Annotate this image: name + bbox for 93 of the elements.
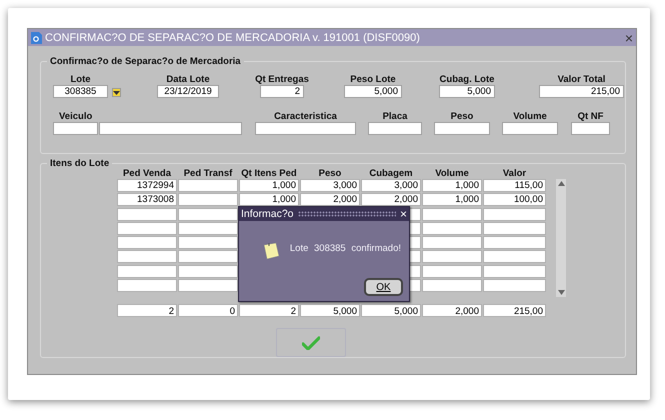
input-field[interactable] <box>502 122 558 135</box>
column-header: Cubagem <box>368 169 414 179</box>
confirm-button[interactable] <box>276 328 346 358</box>
field-label: Qt Entregas <box>255 75 309 85</box>
input-field[interactable] <box>99 122 242 135</box>
table-cell[interactable]: 2,000 <box>300 193 360 206</box>
table-cell[interactable] <box>422 279 482 292</box>
column-header: Ped Transf <box>182 169 234 179</box>
table-cell[interactable]: 3,000 <box>361 179 421 192</box>
table-cell[interactable]: 1372994 <box>117 179 177 192</box>
scroll-down-icon[interactable] <box>558 290 564 295</box>
dialog-title: Informac?o <box>241 208 294 220</box>
table-cell[interactable] <box>422 250 482 264</box>
total-cell: 2 <box>117 304 177 317</box>
input-field[interactable]: 215,00 <box>539 85 624 98</box>
table-cell[interactable]: 1373008 <box>117 193 177 206</box>
table-cell[interactable] <box>178 208 238 221</box>
table-cell[interactable]: 1,000 <box>239 179 299 192</box>
scroll-up-icon[interactable] <box>558 181 564 186</box>
table-cell[interactable] <box>483 279 546 292</box>
input-field[interactable]: 5,000 <box>344 85 402 98</box>
field-label: Cubag. Lote <box>440 75 494 85</box>
table-cell[interactable] <box>117 236 177 250</box>
table-cell[interactable] <box>422 264 482 278</box>
table-cell[interactable] <box>178 222 238 235</box>
column-header: Qt Itens Ped <box>240 169 298 179</box>
field-label: Peso Lote <box>350 75 396 85</box>
table-cell[interactable] <box>117 250 177 264</box>
input-field[interactable]: 5,000 <box>439 85 495 98</box>
field-label: Placa <box>382 112 408 122</box>
dialog-message: Lote 308385 confirmado! <box>290 242 401 254</box>
table-cell[interactable] <box>117 264 177 278</box>
total-cell: 215,00 <box>483 304 546 317</box>
total-cell: 2 <box>239 304 299 317</box>
table-cell[interactable] <box>117 279 177 292</box>
table-cell[interactable] <box>117 222 177 235</box>
table-cell[interactable]: 1,000 <box>422 179 482 192</box>
frame-title: Confirmac?o de Separac?o de Mercadoria <box>49 56 242 67</box>
field-label: Qt NF <box>578 112 604 122</box>
field-label: Volume <box>513 112 547 122</box>
table-cell[interactable] <box>483 264 546 278</box>
close-button[interactable]: × <box>624 30 633 44</box>
column-header: Valor <box>502 169 528 179</box>
window-title: CONFIRMAC?O DE SEPARAC?O DE MERCADORIA v. 191001 (DISF0090) <box>45 32 421 44</box>
table-cell[interactable] <box>178 250 238 264</box>
scrollbar[interactable] <box>556 179 566 297</box>
field-label: Valor Total <box>558 75 606 85</box>
ok-button[interactable]: OK <box>364 278 403 296</box>
total-cell: 5,000 <box>300 304 360 317</box>
table-cell[interactable] <box>178 279 238 292</box>
table-cell[interactable]: 1,000 <box>422 193 482 206</box>
total-cell: 5,000 <box>361 304 421 317</box>
field-label: Caracteristica <box>274 112 337 122</box>
table-cell[interactable]: 100,00 <box>483 193 546 206</box>
input-field[interactable]: 308385 <box>53 85 108 98</box>
total-cell: 0 <box>178 304 238 317</box>
column-header: Ped Venda <box>122 169 172 179</box>
table-cell[interactable] <box>422 236 482 250</box>
input-field[interactable] <box>434 122 490 135</box>
column-header: Peso <box>318 169 342 179</box>
input-field[interactable] <box>368 122 422 135</box>
field-label: Lote <box>70 75 91 85</box>
table-cell[interactable] <box>117 208 177 221</box>
input-field[interactable] <box>571 122 610 135</box>
table-cell[interactable] <box>178 264 238 278</box>
input-field[interactable]: 2 <box>260 85 304 98</box>
table-cell[interactable]: 115,00 <box>483 179 546 192</box>
field-label: Peso <box>450 112 474 122</box>
table-cell[interactable] <box>178 179 238 192</box>
table-cell[interactable]: 2,000 <box>361 193 421 206</box>
field-label: Data Lote <box>166 75 210 85</box>
table-cell[interactable] <box>422 222 482 235</box>
table-cell[interactable]: 1,000 <box>239 193 299 206</box>
table-cell[interactable] <box>483 236 546 250</box>
check-icon <box>302 336 320 350</box>
table-cell[interactable]: 3,000 <box>300 179 360 192</box>
table-cell[interactable] <box>178 193 238 206</box>
input-field[interactable] <box>53 122 98 135</box>
input-field[interactable] <box>255 122 356 135</box>
close-button[interactable]: × <box>400 208 407 220</box>
column-header: Volume <box>434 169 470 179</box>
total-cell: 2,000 <box>422 304 482 317</box>
table-cell[interactable] <box>483 208 546 221</box>
frame-title: Itens do Lote <box>49 158 110 169</box>
dropdown-button[interactable] <box>112 88 121 97</box>
table-cell[interactable] <box>483 250 546 264</box>
field-label: Veiculo <box>59 112 92 122</box>
table-cell[interactable] <box>483 222 546 235</box>
input-field[interactable]: 23/12/2019 <box>157 85 219 98</box>
table-cell[interactable] <box>178 236 238 250</box>
table-cell[interactable] <box>422 208 482 221</box>
app-icon <box>31 32 42 44</box>
note-icon <box>261 241 281 261</box>
